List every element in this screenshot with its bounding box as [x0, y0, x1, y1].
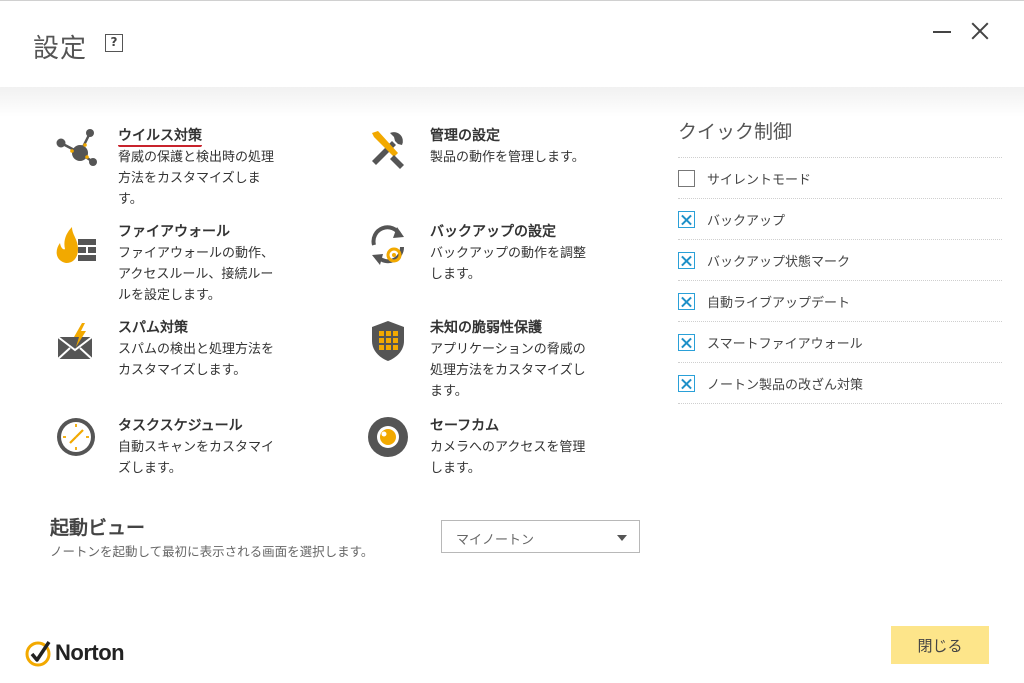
category-title[interactable]: スパム対策: [118, 317, 188, 337]
norton-check-icon: [25, 641, 51, 667]
checkbox[interactable]: [678, 292, 695, 310]
help-icon[interactable]: ?: [105, 34, 123, 52]
category-description: スパムの検出と処理方法をカスタマイズします。: [118, 342, 275, 378]
category-description: バックアップの動作を調整します。: [430, 246, 587, 282]
quick-item-auto-liveupdate[interactable]: 自動ライブアップデート: [678, 281, 1002, 322]
firewall-icon: [56, 227, 96, 263]
page-title: 設定: [33, 34, 88, 64]
header: 設定 ?: [0, 1, 1024, 87]
quick-item-silent-mode[interactable]: サイレントモード: [678, 158, 1002, 199]
quick-item-backup[interactable]: バックアップ: [678, 199, 1002, 240]
quick-item-label: 自動ライブアップデート: [707, 295, 851, 311]
category-title[interactable]: バックアップの設定: [430, 221, 556, 241]
category-title[interactable]: セーフカム: [430, 415, 499, 435]
clock-icon: [57, 418, 95, 456]
checkbox[interactable]: [678, 251, 695, 269]
quick-control-title: クイック制御: [678, 121, 793, 143]
chevron-down-icon: [617, 535, 627, 541]
logo-text: Norton: [55, 640, 125, 665]
tools-icon: [372, 131, 404, 169]
category-title[interactable]: 未知の脆弱性保護: [430, 317, 542, 337]
category-description: カメラへのアクセスを管理します。: [430, 440, 586, 476]
norton-logo: Norton: [24, 637, 125, 669]
quick-item-backup-status-mark[interactable]: バックアップ状態マーク: [678, 240, 1002, 281]
quick-item-label: スマートファイアウォール: [707, 336, 863, 352]
close-button[interactable]: 閉じる: [891, 626, 989, 664]
quick-item-label: バックアップ: [707, 213, 786, 229]
minimize-button[interactable]: [930, 19, 954, 43]
quick-control-list: サイレントモード バックアップ バックアップ状態マーク 自動ライブアップデート …: [678, 157, 1002, 404]
checkbox[interactable]: [678, 374, 695, 392]
category-description: 脅威の保護と検出時の処理方法をカスタマイズします。: [118, 150, 275, 207]
checkbox[interactable]: [678, 169, 695, 187]
category-title[interactable]: ファイアウォール: [118, 221, 230, 241]
virus-protection-icon: [56, 129, 97, 166]
quick-item-label: ノートン製品の改ざん対策: [707, 377, 864, 393]
startup-view-title: 起動ビュー: [50, 517, 146, 539]
category-title[interactable]: 管理の設定: [430, 125, 500, 145]
category-title[interactable]: タスクスケジュール: [118, 415, 243, 435]
startup-view-description: ノートンを起動して最初に表示される画面を選択します。: [50, 544, 374, 559]
spam-mail-icon: [57, 323, 93, 360]
quick-item-smart-firewall[interactable]: スマートファイアウォール: [678, 322, 1002, 363]
camera-icon: [368, 417, 408, 457]
close-window-button[interactable]: [968, 19, 992, 43]
category-title[interactable]: ウイルス対策: [118, 125, 202, 147]
startup-view-selected-value: マイノートン: [456, 533, 535, 548]
quick-item-tamper-protection[interactable]: ノートン製品の改ざん対策: [678, 363, 1002, 404]
category-description: 自動スキャンをカスタマイズします。: [118, 440, 275, 476]
category-description: アプリケーションの脅威の処理方法をカスタマイズします。: [430, 342, 586, 399]
category-description: ファイアウォールの動作、アクセスルール、接続ルールを設定します。: [118, 246, 275, 303]
header-divider: [0, 87, 1024, 117]
checkbox[interactable]: [678, 210, 695, 228]
quick-item-label: サイレントモード: [707, 172, 812, 188]
category-description: 製品の動作を管理します。: [430, 150, 585, 165]
settings-window: 設定 ? ウイルス対策 脅威の保護と検出時の処理方法をカスタマイズします。 管理…: [0, 0, 1024, 683]
checkbox[interactable]: [678, 333, 695, 351]
shield-icon: [372, 321, 404, 361]
quick-item-label: バックアップ状態マーク: [707, 254, 851, 270]
backup-icon: [371, 225, 405, 265]
startup-view-select[interactable]: マイノートン: [441, 520, 640, 553]
